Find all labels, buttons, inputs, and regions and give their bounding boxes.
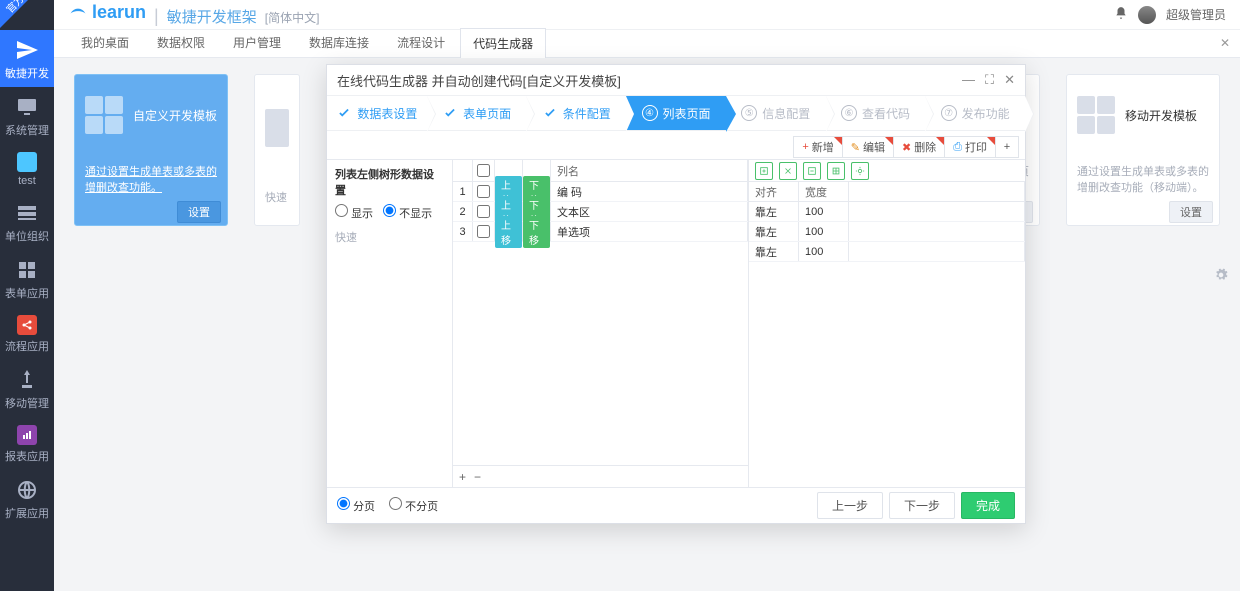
row-checkbox[interactable] (477, 205, 490, 218)
tool-1-icon[interactable] (755, 162, 773, 180)
table-row[interactable]: 靠左 100 (749, 242, 1025, 262)
tool-5-icon[interactable] (851, 162, 869, 180)
user-name[interactable]: 超级管理员 (1166, 6, 1226, 23)
add-row-icon[interactable]: + (459, 470, 466, 484)
brand-logo: learun (68, 2, 146, 23)
card-config-button[interactable]: 设置 (1169, 201, 1213, 223)
tool-3-icon[interactable] (803, 162, 821, 180)
sidebar-item-6[interactable]: 移动管理 (0, 360, 54, 417)
brand-subtitle: 敏捷开发框架 (167, 6, 257, 27)
globe-icon (15, 478, 39, 502)
grid4-icon (85, 96, 123, 134)
wizard-steps: 数据表设置 表单页面 条件配置 ④列表页面 ⑤信息配置 ⑥查看代码 ⑦发布功能 (327, 95, 1025, 131)
paper-plane-icon (15, 38, 39, 62)
sidebar-item-7[interactable]: 报表应用 (0, 417, 54, 470)
sidebar-item-0[interactable]: 敏捷开发 (0, 30, 54, 87)
tabbar: 我的桌面 数据权限 用户管理 数据库连接 流程设计 代码生成器 ✕ (54, 30, 1240, 58)
step-1[interactable]: 数据表设置 (327, 96, 427, 130)
radio-hide[interactable]: 不显示 (383, 204, 432, 221)
close-icon[interactable]: ✕ (1004, 72, 1015, 88)
next-button[interactable]: 下一步 (889, 492, 955, 519)
remove-row-icon[interactable]: − (474, 470, 481, 484)
prev-button[interactable]: 上一步 (817, 492, 883, 519)
sidebar-item-8[interactable]: 扩展应用 (0, 470, 54, 527)
card-config-button[interactable]: 设置 (177, 201, 221, 223)
chart-icon (17, 425, 37, 445)
edit-button[interactable]: ✎编辑 (842, 136, 894, 158)
tab-4[interactable]: 流程设计 (384, 27, 458, 57)
select-all-checkbox[interactable] (477, 164, 490, 177)
row-checkbox[interactable] (477, 185, 490, 198)
left-sidebar: 官方 敏捷开发 系统管理 test 单位组织 表单应用 流程应用 移动管理 (0, 0, 54, 591)
sidebar-item-3[interactable]: 单位组织 (0, 193, 54, 250)
step-4[interactable]: ④列表页面 (626, 96, 726, 130)
monitor-icon (265, 109, 289, 147)
step-6[interactable]: ⑥查看代码 (826, 96, 926, 130)
sidebar-item-2[interactable]: test (0, 144, 54, 193)
topbar: learun | 敏捷开发框架 [简体中文] 超级管理员 (54, 0, 1240, 30)
add-button[interactable]: +新增 (793, 136, 842, 158)
sidebar-item-5[interactable]: 流程应用 (0, 307, 54, 360)
print-button[interactable]: ⎙打印 (944, 136, 996, 158)
row-checkbox[interactable] (477, 225, 490, 238)
tab-close-icon[interactable]: ✕ (1220, 36, 1230, 50)
sidebar-item-1[interactable]: 系统管理 (0, 87, 54, 144)
step-3[interactable]: 条件配置 (526, 96, 626, 130)
left-panel-title: 列表左侧树形数据设置 (335, 166, 444, 198)
card-1[interactable]: 快速 (254, 74, 300, 226)
radio-paging-on[interactable]: 分页 (337, 497, 375, 514)
tab-5[interactable]: 代码生成器 (460, 28, 546, 58)
tool-2-icon[interactable] (779, 162, 797, 180)
radio-show[interactable]: 显示 (335, 204, 373, 221)
gear-icon[interactable] (1214, 268, 1228, 282)
done-button[interactable]: 完成 (961, 492, 1015, 519)
tool-4-icon[interactable] (827, 162, 845, 180)
radio-paging-off[interactable]: 不分页 (389, 497, 438, 514)
code-generator-modal: 在线代码生成器 并自动创建代码[自定义开发模板] — ⛶ ✕ 数据表设置 表单页… (326, 64, 1026, 524)
tab-3[interactable]: 数据库连接 (296, 27, 382, 57)
brand-lang[interactable]: [简体中文] (265, 9, 320, 26)
square-icon (17, 152, 37, 172)
card-custom-template[interactable]: 自定义开发模板 通过设置生成单表或多表的增删改查功能。 设置 (74, 74, 228, 226)
step-2[interactable]: 表单页面 (427, 96, 527, 130)
grid-icon (15, 258, 39, 282)
avatar[interactable] (1138, 6, 1156, 24)
mobile-icon (15, 368, 39, 392)
maximize-icon[interactable]: ⛶ (985, 72, 994, 88)
org-icon (15, 201, 39, 225)
more-button[interactable]: + (995, 136, 1019, 158)
tab-0[interactable]: 我的桌面 (68, 27, 142, 57)
table-row[interactable]: 3 上移 下移 单选项 (453, 222, 748, 242)
step-7[interactable]: ⑦发布功能 (925, 96, 1025, 130)
tab-1[interactable]: 数据权限 (144, 27, 218, 57)
bell-icon[interactable] (1114, 6, 1128, 23)
step-5[interactable]: ⑤信息配置 (726, 96, 826, 130)
delete-button[interactable]: ✖删除 (893, 136, 945, 158)
grid4-icon (1077, 96, 1115, 134)
card-mobile-template[interactable]: 移动开发模板 通过设置生成单表或多表的增删改查功能（移动端）。 设置 (1066, 74, 1220, 226)
modal-title: 在线代码生成器 并自动创建代码[自定义开发模板] (337, 71, 621, 90)
share-icon (17, 315, 37, 335)
table-row[interactable]: 靠左 100 (749, 222, 1025, 242)
table-row[interactable]: 靠左 100 (749, 202, 1025, 222)
tab-2[interactable]: 用户管理 (220, 27, 294, 57)
monitor-icon (15, 95, 39, 119)
minimize-icon[interactable]: — (962, 72, 975, 88)
sidebar-item-4[interactable]: 表单应用 (0, 250, 54, 307)
